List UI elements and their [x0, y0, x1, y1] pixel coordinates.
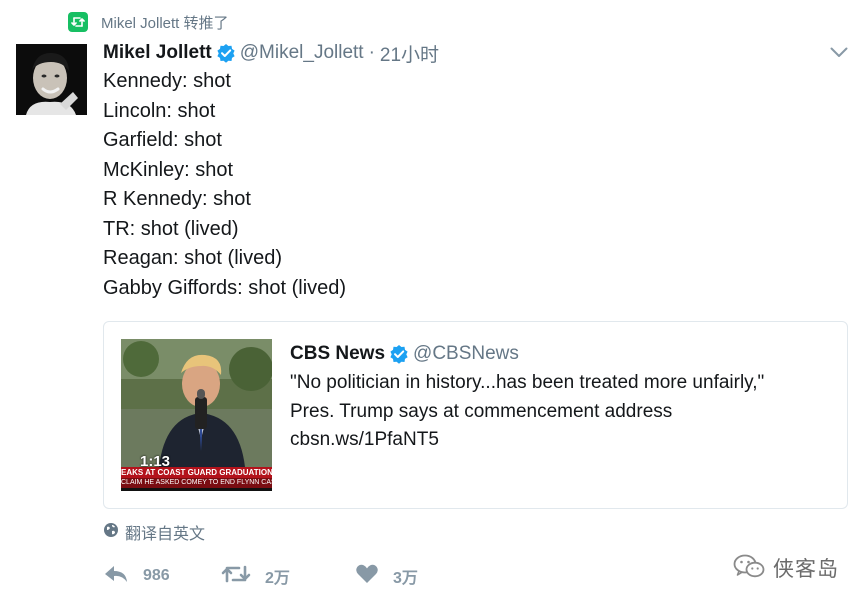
tweet-header: Mikel Jollett @Mikel_Jollett · 21小时	[103, 40, 439, 66]
retweet-context[interactable]: Mikel Jollett 转推了	[68, 12, 229, 32]
tweet-text-line: Garfield: shot	[103, 129, 222, 151]
tweet-actions: 986 2万 3万	[103, 563, 418, 589]
tweet-text-line: Kennedy: shot	[103, 70, 231, 92]
tweet-timestamp[interactable]: 21小时	[380, 40, 439, 67]
translate-label: 翻译自英文	[125, 526, 206, 543]
quoted-author-name[interactable]: CBS News	[290, 343, 385, 365]
reply-icon	[103, 564, 129, 589]
reply-button[interactable]: 986	[103, 564, 221, 589]
tweet-text-line: McKinley: shot	[103, 158, 234, 181]
verified-badge-icon	[389, 344, 409, 364]
video-ticker-bottom: CLAIM HE ASKED COMEY TO END FLYNN CASE	[121, 478, 272, 488]
watermark: 侠客岛	[733, 553, 839, 583]
quoted-link[interactable]: cbsn.ws/1PfaNT5	[290, 426, 764, 455]
tweet-text: Kennedy: shot Lincoln: shot Garfield: sh…	[103, 67, 346, 303]
wechat-icon	[733, 553, 765, 584]
like-button[interactable]: 3万	[355, 563, 418, 589]
retweet-icon	[68, 12, 88, 32]
tweet-text-line: R Kennedy: shot	[103, 188, 251, 210]
header-separator: ·	[368, 42, 375, 63]
chevron-down-icon[interactable]	[829, 42, 849, 62]
tweet-text-line: Lincoln: shot	[103, 99, 216, 122]
author-handle[interactable]: @Mikel_Jollett	[240, 42, 364, 64]
video-thumbnail[interactable]: EAKS AT COAST GUARD GRADUATION CLAIM HE …	[121, 339, 272, 491]
quoted-text-line: Pres. Trump says at commencement address	[290, 400, 673, 422]
like-count: 3万	[393, 570, 418, 587]
watermark-text: 侠客岛	[773, 558, 839, 581]
tweet-text-line: Gabby Giffords: shot (lived)	[103, 276, 347, 299]
verified-badge-icon	[216, 43, 236, 63]
avatar[interactable]	[16, 44, 87, 115]
globe-icon	[103, 522, 119, 543]
retweet-button[interactable]: 2万	[221, 564, 355, 589]
tweet-page: Mikel Jollett 转推了 Mikel Jollett @Mikel_J…	[0, 0, 865, 604]
heart-icon	[355, 563, 379, 589]
tweet-text-line: TR: shot (lived)	[103, 217, 239, 240]
quoted-header: CBS News @CBSNews	[290, 342, 519, 366]
quoted-text: "No politician in history...has been tre…	[290, 369, 764, 455]
retweet-context-text: Mikel Jollett 转推了	[101, 14, 229, 32]
tweet-text-line: Reagan: shot (lived)	[103, 247, 282, 269]
quoted-text-line: "No politician in history...has been tre…	[290, 372, 765, 393]
translate-link[interactable]: 翻译自英文	[103, 521, 205, 543]
video-duration: 1:13	[140, 453, 171, 470]
quoted-tweet-card[interactable]: EAKS AT COAST GUARD GRADUATION CLAIM HE …	[103, 321, 848, 509]
author-name[interactable]: Mikel Jollett	[103, 42, 212, 64]
retweet-icon	[221, 564, 251, 589]
reply-count: 986	[143, 567, 170, 584]
quoted-author-handle[interactable]: @CBSNews	[413, 343, 519, 365]
retweet-count: 2万	[265, 570, 290, 587]
